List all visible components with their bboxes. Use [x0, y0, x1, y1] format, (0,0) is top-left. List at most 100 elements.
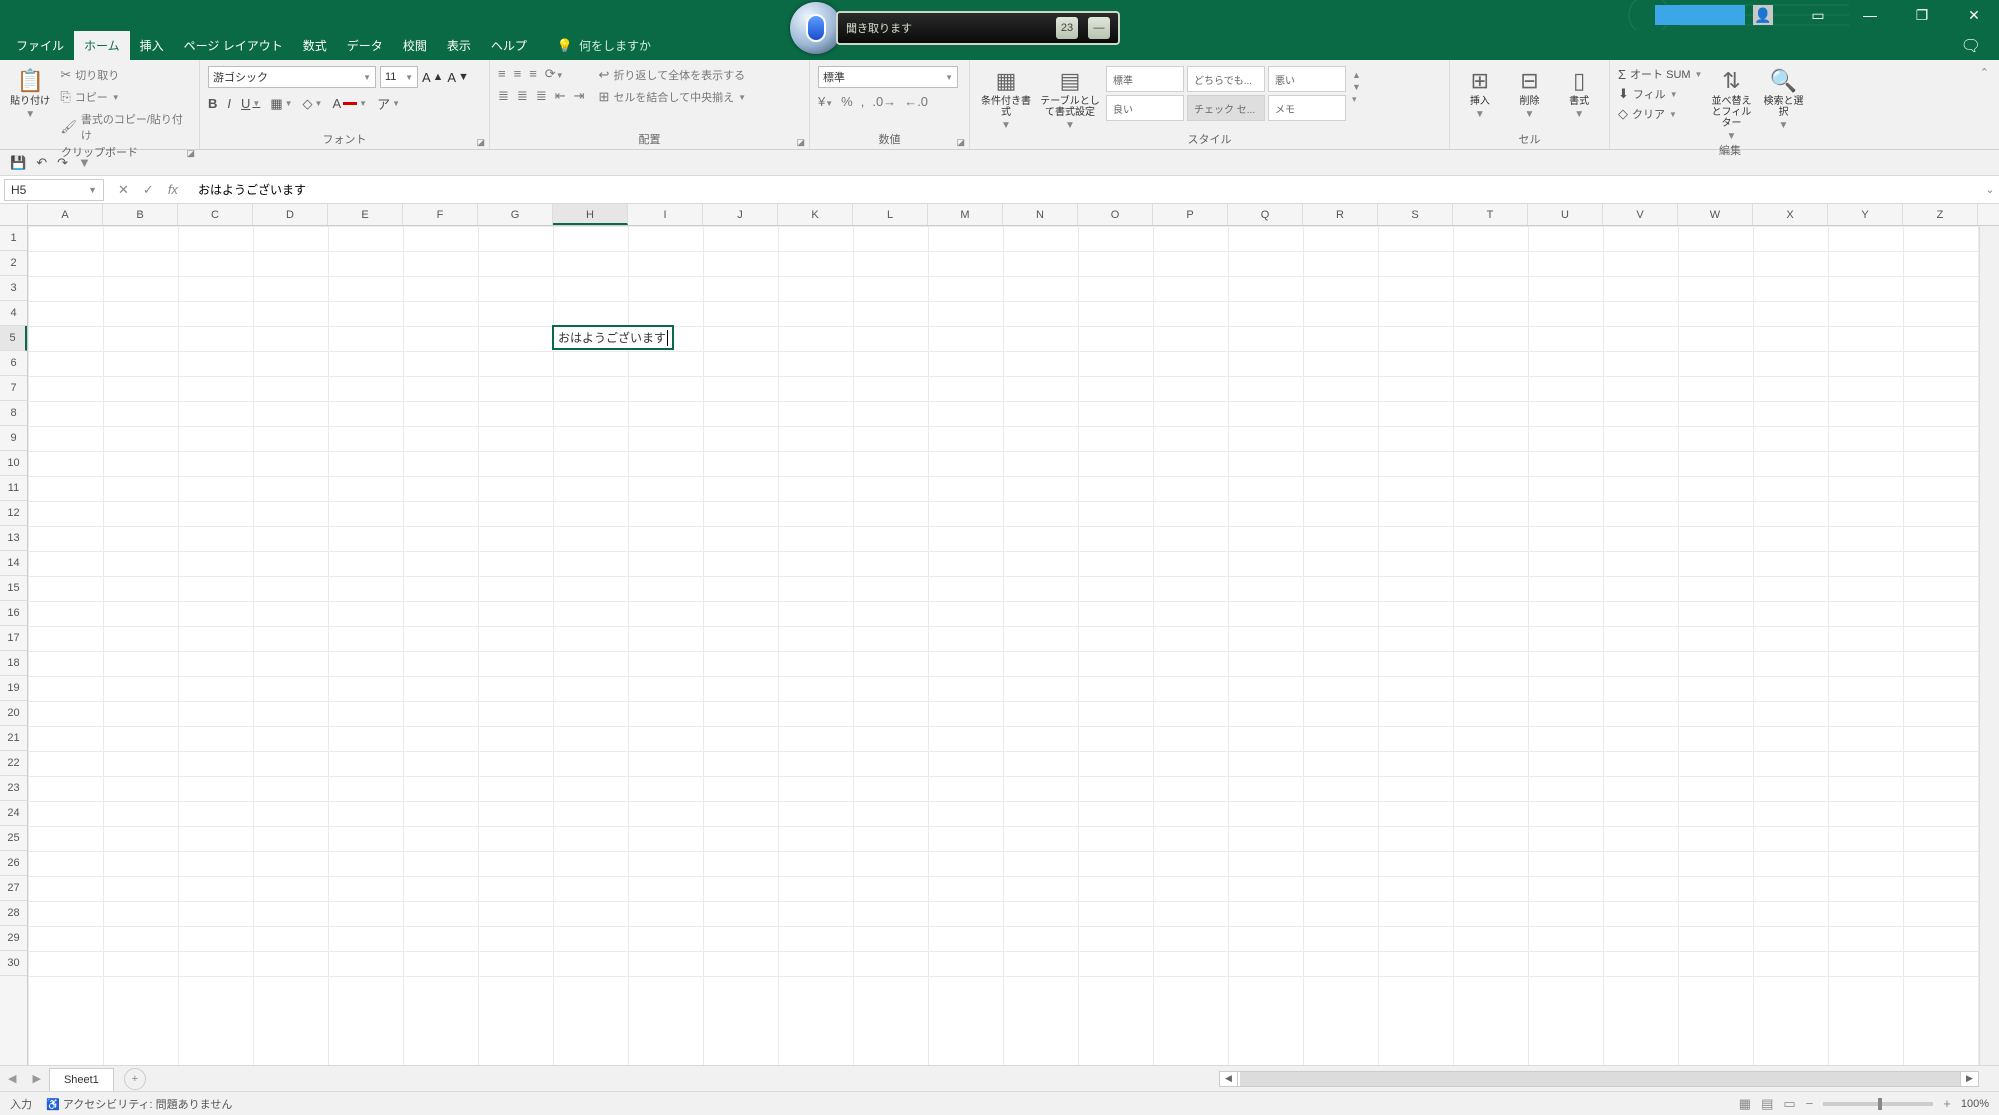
align-bottom-button[interactable]: ≡	[529, 66, 537, 82]
align-right-button[interactable]: ≣	[536, 88, 547, 104]
fill-color-button[interactable]: ◇▼	[303, 96, 323, 112]
horizontal-scrollbar[interactable]: ◀ ▶	[1219, 1071, 1979, 1087]
sort-filter-button[interactable]: ⇅並べ替えとフィルター▼	[1708, 64, 1754, 142]
tab-data[interactable]: データ	[337, 31, 393, 60]
column-header-D[interactable]: D	[253, 204, 328, 225]
style-bad[interactable]: 悪い	[1268, 66, 1346, 92]
close-button[interactable]: ✕	[1949, 1, 1999, 29]
tab-file[interactable]: ファイル	[6, 31, 74, 60]
column-header-W[interactable]: W	[1678, 204, 1753, 225]
vertical-scrollbar[interactable]	[1979, 226, 1999, 1065]
row-header-22[interactable]: 22	[0, 751, 27, 776]
row-header-26[interactable]: 26	[0, 851, 27, 876]
name-box[interactable]: H5▼	[4, 179, 104, 201]
font-launcher[interactable]: ◪	[476, 137, 485, 148]
alignment-launcher[interactable]: ◪	[796, 137, 805, 148]
paste-button[interactable]: 📋 貼り付け ▼	[8, 64, 52, 120]
clear-button[interactable]: ◇クリア▼	[1618, 106, 1702, 122]
zoom-out-button[interactable]: −	[1806, 1096, 1814, 1111]
user-avatar[interactable]: 👤	[1753, 5, 1773, 25]
column-header-X[interactable]: X	[1753, 204, 1828, 225]
normal-view-button[interactable]: ▦	[1739, 1096, 1751, 1112]
increase-decimal-button[interactable]: .0→	[872, 94, 896, 109]
voice-minimize-button[interactable]: —	[1088, 17, 1110, 39]
style-check[interactable]: チェック セ...	[1187, 95, 1265, 121]
confirm-edit-button[interactable]: ✓	[143, 182, 154, 198]
collapse-ribbon-button[interactable]: ⌃	[1970, 60, 1999, 149]
formula-input[interactable]	[192, 179, 1981, 201]
format-as-table-button[interactable]: ▤テーブルとして書式設定▼	[1040, 64, 1100, 131]
align-top-button[interactable]: ≡	[498, 66, 506, 82]
row-header-5[interactable]: 5	[0, 326, 27, 351]
row-header-30[interactable]: 30	[0, 951, 27, 976]
cancel-edit-button[interactable]: ✕	[118, 182, 129, 198]
hscroll-left[interactable]: ◀	[1220, 1072, 1238, 1086]
column-header-L[interactable]: L	[853, 204, 928, 225]
column-header-T[interactable]: T	[1453, 204, 1528, 225]
row-header-28[interactable]: 28	[0, 901, 27, 926]
insert-cells-button[interactable]: ⊞挿入▼	[1458, 64, 1502, 120]
styles-more[interactable]: ▾	[1352, 94, 1361, 105]
sheet-tab[interactable]: Sheet1	[49, 1068, 114, 1092]
copy-button[interactable]: ⎘コピー▼	[58, 88, 191, 106]
bold-button[interactable]: B	[208, 96, 217, 111]
tab-page-layout[interactable]: ページ レイアウト	[174, 31, 293, 60]
increase-indent-button[interactable]: ⇥	[574, 88, 585, 104]
cut-button[interactable]: ✂切り取り	[58, 66, 191, 84]
tab-formulas[interactable]: 数式	[293, 31, 337, 60]
decrease-font-button[interactable]: A▼	[447, 70, 468, 85]
style-normal[interactable]: 標準	[1106, 66, 1184, 92]
row-header-7[interactable]: 7	[0, 376, 27, 401]
style-good[interactable]: 良い	[1106, 95, 1184, 121]
underline-button[interactable]: U▼	[241, 96, 260, 111]
italic-button[interactable]: I	[227, 96, 231, 111]
zoom-slider[interactable]	[1823, 1102, 1933, 1106]
row-header-12[interactable]: 12	[0, 501, 27, 526]
decrease-decimal-button[interactable]: ←.0	[904, 94, 928, 109]
increase-font-button[interactable]: A▲	[422, 70, 443, 85]
column-header-E[interactable]: E	[328, 204, 403, 225]
column-header-B[interactable]: B	[103, 204, 178, 225]
row-header-29[interactable]: 29	[0, 926, 27, 951]
style-note[interactable]: メモ	[1268, 95, 1346, 121]
column-header-P[interactable]: P	[1153, 204, 1228, 225]
tell-me[interactable]: 💡 何をしますか	[547, 31, 661, 60]
row-header-20[interactable]: 20	[0, 701, 27, 726]
row-header-10[interactable]: 10	[0, 451, 27, 476]
user-name-block[interactable]	[1655, 5, 1745, 25]
row-header-1[interactable]: 1	[0, 226, 27, 251]
column-header-C[interactable]: C	[178, 204, 253, 225]
active-cell[interactable]: おはようございます	[552, 325, 674, 350]
find-select-button[interactable]: 🔍検索と選択▼	[1760, 64, 1806, 131]
row-header-9[interactable]: 9	[0, 426, 27, 451]
row-header-6[interactable]: 6	[0, 351, 27, 376]
column-header-G[interactable]: G	[478, 204, 553, 225]
row-header-14[interactable]: 14	[0, 551, 27, 576]
column-header-S[interactable]: S	[1378, 204, 1453, 225]
add-sheet-button[interactable]: +	[124, 1068, 146, 1090]
row-header-3[interactable]: 3	[0, 276, 27, 301]
row-header-2[interactable]: 2	[0, 251, 27, 276]
column-header-Z[interactable]: Z	[1903, 204, 1978, 225]
hscroll-thumb[interactable]	[1240, 1072, 1960, 1086]
tab-help[interactable]: ヘルプ	[481, 31, 537, 60]
microphone-button[interactable]	[790, 2, 842, 54]
fill-button[interactable]: ⬇フィル▼	[1618, 86, 1702, 102]
row-header-19[interactable]: 19	[0, 676, 27, 701]
font-color-button[interactable]: A▼	[332, 96, 367, 111]
voice-alt-button[interactable]: 23	[1056, 17, 1078, 39]
row-header-4[interactable]: 4	[0, 301, 27, 326]
row-header-25[interactable]: 25	[0, 826, 27, 851]
row-header-16[interactable]: 16	[0, 601, 27, 626]
sheet-nav-prev[interactable]: ◀	[0, 1072, 24, 1085]
merge-center-button[interactable]: ⊞セルを結合して中央揃え▼	[597, 88, 749, 106]
maximize-button[interactable]: ❐	[1897, 1, 1947, 29]
comments-button[interactable]: 🗨	[1953, 32, 1989, 60]
styles-scroll-up[interactable]: ▲	[1352, 70, 1361, 80]
styles-scroll-down[interactable]: ▼	[1352, 82, 1361, 92]
delete-cells-button[interactable]: ⊟削除▼	[1508, 64, 1552, 120]
clipboard-launcher[interactable]: ◪	[186, 148, 195, 159]
row-header-23[interactable]: 23	[0, 776, 27, 801]
insert-function-button[interactable]: fx	[168, 182, 178, 198]
zoom-thumb[interactable]	[1878, 1098, 1882, 1110]
